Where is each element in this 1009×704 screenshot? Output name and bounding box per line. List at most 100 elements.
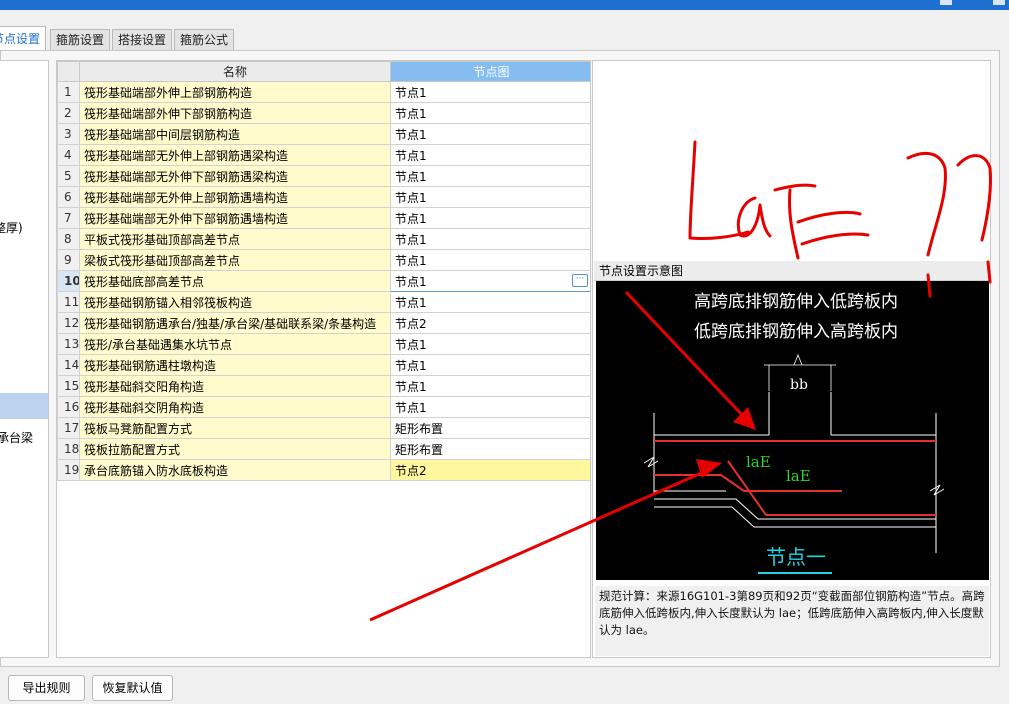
table-row[interactable]: 16 筏形基础斜交阴角构造 节点1: [57, 396, 590, 418]
row-node-cell[interactable]: 节点2: [390, 459, 590, 481]
row-node-cell[interactable]: 节点2: [390, 312, 590, 334]
row-index: 8: [57, 228, 80, 250]
more-options-button[interactable]: ···: [572, 274, 588, 287]
row-name-cell[interactable]: 筏形基础钢筋遇柱墩构造: [79, 354, 391, 376]
node-diagram: 高跨底排钢筋伸入低跨板内 低跨底排钢筋伸入高跨板内 bb laE laE 节点一: [596, 281, 989, 580]
table-row[interactable]: 12 筏形基础钢筋遇承台/独基/承台梁/基础联系梁/条基构造 节点2: [57, 312, 590, 334]
table-row[interactable]: 8 平板式筏形基础顶部高差节点 节点1: [57, 228, 590, 250]
row-name-cell[interactable]: 筏形基础斜交阳角构造: [79, 375, 391, 397]
row-node-value: 节点1: [395, 379, 427, 394]
column-header-index: [57, 61, 80, 82]
table-row[interactable]: 1 筏形基础端部外伸上部钢筋构造 节点1: [57, 81, 590, 103]
row-name-cell[interactable]: 承台底筋锚入防水底板构造: [79, 459, 391, 481]
row-name-cell[interactable]: 筏形基础端部无外伸下部钢筋遇墙构造: [79, 207, 391, 229]
row-name-cell[interactable]: 筏形基础端部中间层钢筋构造: [79, 123, 391, 145]
row-node-cell[interactable]: 节点1: [390, 102, 590, 124]
row-name-cell[interactable]: 筏形基础钢筋遇承台/独基/承台梁/基础联系梁/条基构造: [79, 312, 391, 334]
row-name-cell[interactable]: 筏形基础钢筋锚入相邻筏板构造: [79, 291, 391, 313]
tab-stirrup-settings[interactable]: 箍筋设置: [50, 29, 111, 50]
row-node-cell[interactable]: 节点1: [390, 123, 590, 145]
table-row[interactable]: 19 承台底筋锚入防水底板构造 节点2: [57, 459, 590, 481]
row-node-cell[interactable]: 节点1: [390, 207, 590, 229]
row-name-cell[interactable]: 筏形基础底部高差节点: [79, 270, 391, 292]
tab-bar: 节点设置 箍筋设置 搭接设置 箍筋公式: [0, 26, 1009, 50]
row-name-cell[interactable]: 筏形基础端部外伸下部钢筋构造: [79, 102, 391, 124]
row-name-cell[interactable]: 平板式筏形基础顶部高差节点: [79, 228, 391, 250]
row-node-cell[interactable]: 节点1 ···: [390, 270, 590, 292]
row-node-cell[interactable]: 矩形布置: [390, 438, 590, 460]
row-node-cell[interactable]: 节点1: [390, 186, 590, 208]
restore-defaults-button[interactable]: 恢复默认值: [92, 675, 173, 701]
preview-description: 规范计算：来源16G101-3第89页和92页“变截面部位钢筋构造”节点。高跨底…: [595, 586, 989, 656]
table-row[interactable]: 3 筏形基础端部中间层钢筋构造 节点1: [57, 123, 590, 145]
diagram-line1: 高跨底排钢筋伸入低跨板内: [694, 292, 898, 312]
row-index: 5: [57, 165, 80, 187]
row-name-cell[interactable]: 筏形基础端部无外伸下部钢筋遇梁构造: [79, 165, 391, 187]
list-item-selected[interactable]: [0, 393, 48, 419]
row-name-cell[interactable]: 筏形/承台基础遇集水坑节点: [79, 333, 391, 355]
tab-lap-settings[interactable]: 搭接设置: [112, 29, 173, 50]
row-index: 16: [57, 396, 80, 418]
column-header-name[interactable]: 名称: [79, 61, 391, 82]
row-index: 4: [57, 144, 80, 166]
table-row[interactable]: 10 筏形基础底部高差节点 节点1 ···: [57, 270, 590, 292]
table-row[interactable]: 13 筏形/承台基础遇集水坑节点 节点1: [57, 333, 590, 355]
table-row[interactable]: 9 梁板式筏形基础顶部高差节点 节点1: [57, 249, 590, 271]
table-row[interactable]: 5 筏形基础端部无外伸下部钢筋遇梁构造 节点1: [57, 165, 590, 187]
row-node-value: 节点1: [395, 190, 427, 205]
diagram-line2: 低跨底排钢筋伸入高跨板内: [694, 322, 898, 342]
row-name-cell[interactable]: 筏形基础端部无外伸上部钢筋遇墙构造: [79, 186, 391, 208]
list-item[interactable]: 整厚): [0, 215, 43, 241]
row-node-value: 节点1: [395, 211, 427, 226]
row-name-cell[interactable]: 梁板式筏形基础顶部高差节点: [79, 249, 391, 271]
window-close-icon[interactable]: [993, 0, 1005, 5]
table-row[interactable]: 14 筏形基础钢筋遇柱墩构造 节点1: [57, 354, 590, 376]
row-index: 14: [57, 354, 80, 376]
column-header-node-image[interactable]: 节点图: [390, 61, 590, 82]
row-node-cell[interactable]: 矩形布置: [390, 417, 590, 439]
row-node-cell[interactable]: 节点1: [390, 144, 590, 166]
row-index: 18: [57, 438, 80, 460]
tab-node-settings[interactable]: 节点设置: [0, 26, 47, 50]
table-row[interactable]: 4 筏形基础端部无外伸上部钢筋遇梁构造 节点1: [57, 144, 590, 166]
row-name-cell[interactable]: 筏板拉筋配置方式: [79, 438, 391, 460]
row-node-cell[interactable]: 节点1: [390, 333, 590, 355]
row-node-cell[interactable]: 节点1: [390, 81, 590, 103]
tab-stirrup-formula[interactable]: 箍筋公式: [174, 29, 235, 50]
row-name-cell[interactable]: 筏板马凳筋配置方式: [79, 417, 391, 439]
row-node-value: 节点1: [395, 274, 427, 289]
row-node-cell[interactable]: 节点1: [390, 249, 590, 271]
export-rules-button[interactable]: 导出规则: [8, 675, 85, 701]
diagram-caption: 节点一: [766, 545, 826, 569]
row-node-cell[interactable]: 节点1: [390, 396, 590, 418]
row-node-value: 矩形布置: [395, 442, 444, 457]
row-name-cell[interactable]: 筏形基础端部无外伸上部钢筋遇梁构造: [79, 144, 391, 166]
row-name-cell[interactable]: 筏形基础端部外伸上部钢筋构造: [79, 81, 391, 103]
table-row[interactable]: 17 筏板马凳筋配置方式 矩形布置: [57, 417, 590, 439]
node-diagram-svg: 高跨底排钢筋伸入低跨板内 低跨底排钢筋伸入高跨板内 bb laE laE 节点一: [643, 292, 945, 574]
row-node-cell[interactable]: 节点1: [390, 291, 590, 313]
row-node-cell[interactable]: 节点1: [390, 375, 590, 397]
table-row[interactable]: 15 筏形基础斜交阳角构造 节点1: [57, 375, 590, 397]
row-index: 19: [57, 459, 80, 481]
row-node-value: 节点1: [395, 232, 427, 247]
table-row[interactable]: 18 筏板拉筋配置方式 矩形布置: [57, 438, 590, 460]
row-node-cell[interactable]: 节点1: [390, 228, 590, 250]
row-node-cell[interactable]: 节点1: [390, 165, 590, 187]
row-node-cell[interactable]: 节点1: [390, 354, 590, 376]
label-lae-1: laE: [746, 453, 771, 471]
table-row[interactable]: 11 筏形基础钢筋锚入相邻筏板构造 节点1: [57, 291, 590, 313]
table-row[interactable]: 2 筏形基础端部外伸下部钢筋构造 节点1: [57, 102, 590, 124]
row-index: 2: [57, 102, 80, 124]
row-node-value: 节点1: [395, 85, 427, 100]
row-index: 10: [57, 270, 80, 292]
window-control-icon[interactable]: [940, 0, 952, 5]
list-item[interactable]: 承台梁: [0, 425, 46, 451]
slab-step-line-2: [654, 506, 936, 528]
table-row[interactable]: 6 筏形基础端部无外伸上部钢筋遇墙构造 节点1: [57, 186, 590, 208]
row-index: 9: [57, 249, 80, 271]
row-name-cell[interactable]: 筏形基础斜交阴角构造: [79, 396, 391, 418]
table-row[interactable]: 7 筏形基础端部无外伸下部钢筋遇墙构造 节点1: [57, 207, 590, 229]
row-node-value: 节点1: [395, 337, 427, 352]
row-node-value: 节点1: [395, 169, 427, 184]
